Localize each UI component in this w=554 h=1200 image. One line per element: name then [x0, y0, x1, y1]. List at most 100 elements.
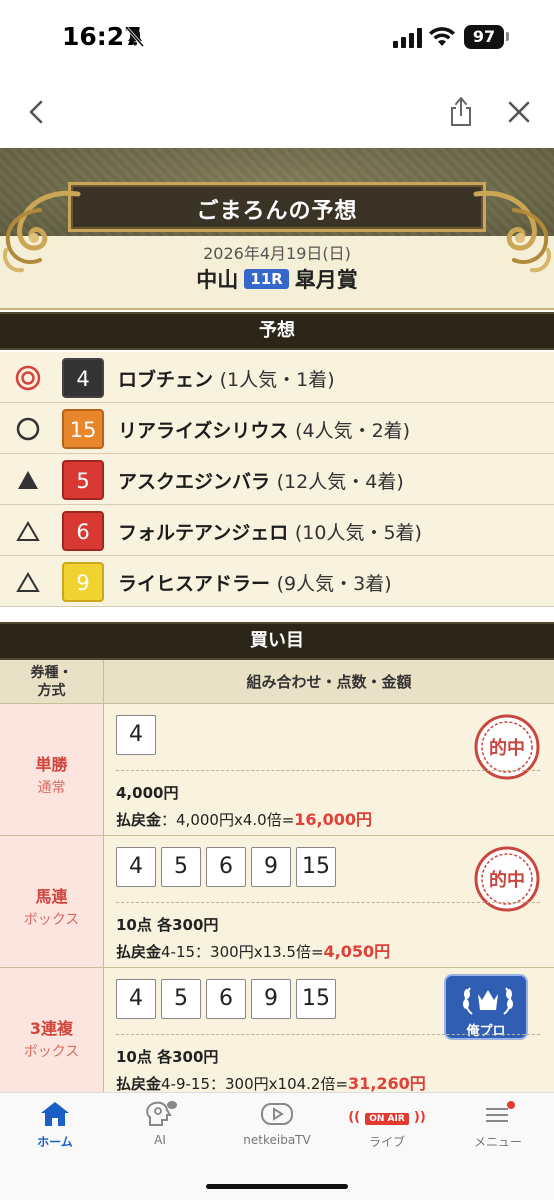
prediction-row[interactable]: 6 フォルテアンジェロ (10人気・5着)	[0, 505, 554, 556]
horse-combination: 4 5 6 9 15	[116, 979, 341, 1019]
payout-line: 払戻金：4,000円x4.0倍=16,000円	[116, 806, 372, 830]
divider	[116, 770, 540, 771]
bet-type-cell: 単勝 通常	[0, 704, 104, 835]
bet-row: 3連複 ボックス 4 5 6 9 15 俺プロ 10点 各300円 払戻金4-9-15：…	[0, 968, 554, 1100]
horse-number-box: 9	[251, 979, 291, 1019]
close-icon[interactable]	[504, 96, 534, 128]
horse-number-box: 15	[296, 847, 336, 887]
horse-name: ロブチェン	[118, 369, 214, 391]
horse-name: ライヒスアドラー	[118, 573, 271, 595]
triangle-mark-icon	[16, 521, 40, 541]
race-venue: 中山	[196, 268, 239, 292]
horse-info: (10人気・5着)	[294, 522, 422, 544]
bell-muted-icon	[125, 27, 145, 47]
play-icon	[261, 1103, 293, 1125]
horse-number: 4	[62, 358, 104, 398]
prediction-row[interactable]: 4 ロブチェン (1人気・1着)	[0, 352, 554, 403]
payout-label: 払戻金	[116, 943, 162, 961]
ore-pro-label: 俺プロ	[466, 1024, 506, 1039]
on-air-badge: ON AIR	[365, 1113, 409, 1125]
battery-tip	[506, 32, 509, 41]
horse-info: (12人気・4着)	[276, 471, 404, 493]
bet-type-header-line2: 方式	[37, 683, 66, 699]
bet-table-header: 券種・ 方式 組み合わせ・点数・金額	[0, 660, 554, 704]
tab-home[interactable]: ホーム	[0, 1099, 110, 1150]
bet-method: ボックス	[23, 912, 80, 928]
horse-name-line: ライヒスアドラー (9人気・3着)	[118, 569, 392, 596]
prediction-row[interactable]: 15 リアライズシリウス (4人気・2着)	[0, 403, 554, 454]
payout-total: 16,000円	[294, 810, 373, 829]
bet-type: 馬連	[35, 887, 68, 906]
tab-label: メニュー	[473, 1135, 522, 1149]
horse-name: リアライズシリウス	[118, 420, 289, 442]
horse-number-box: 4	[116, 847, 156, 887]
prediction-list: 4 ロブチェン (1人気・1着) 15 リアライズシリウス (4人気・2着) 5…	[0, 352, 554, 607]
tab-menu[interactable]: メニュー	[443, 1099, 553, 1150]
bet-type-cell: 3連複 ボックス	[0, 968, 104, 1099]
divider	[0, 308, 554, 310]
prediction-row[interactable]: 5 アスクエジンバラ (12人気・4着)	[0, 454, 554, 505]
ore-pro-badge[interactable]: 俺プロ	[444, 974, 528, 1040]
signal-icon	[393, 28, 422, 48]
battery-indicator: 97	[464, 25, 504, 49]
tab-label: netkeibaTV	[243, 1133, 311, 1147]
broadcast-right-icon: ))	[413, 1110, 426, 1125]
horse-number-box: 6	[206, 979, 246, 1019]
share-icon[interactable]	[446, 94, 476, 128]
back-chevron-icon[interactable]	[22, 96, 52, 128]
horse-number-box: 6	[206, 847, 246, 887]
bet-amount: 10点 各300円	[116, 916, 219, 934]
combination-column-header: 組み合わせ・点数・金額	[246, 673, 412, 691]
bet-method: 通常	[37, 780, 66, 796]
prediction-section-title: 予想	[259, 320, 295, 341]
prediction-section-header: 予想	[0, 312, 554, 350]
hit-stamp-label: 的中	[489, 869, 525, 891]
ai-head-icon	[146, 1101, 177, 1126]
horse-number-box: 5	[161, 979, 201, 1019]
tab-ai[interactable]: AI	[105, 1099, 215, 1147]
circle-mark-icon	[16, 417, 40, 441]
horse-info: (1人気・1着)	[219, 369, 335, 391]
horse-number: 6	[62, 511, 104, 551]
bet-section-header: 買い目	[0, 622, 554, 660]
horse-number-box: 9	[251, 847, 291, 887]
payout-label: 払戻金	[116, 811, 162, 829]
horse-combination: 4	[116, 715, 161, 755]
bet-type: 3連複	[29, 1019, 74, 1038]
horse-info: (4人気・2着)	[295, 420, 411, 442]
horse-name: フォルテアンジェロ	[118, 522, 289, 544]
menu-icon	[486, 1101, 515, 1122]
wifi-icon	[429, 27, 455, 46]
payout-line: 払戻金4-15：300円x13.5倍=4,050円	[116, 938, 390, 962]
payout-total: 31,260円	[348, 1074, 426, 1093]
hit-stamp-icon: 的中	[474, 846, 540, 912]
bet-table: 券種・ 方式 組み合わせ・点数・金額 単勝 通常 4 的中 4,000円 払戻金…	[0, 660, 554, 1100]
filled-triangle-mark-icon	[18, 471, 38, 489]
bet-type-cell: 馬連 ボックス	[0, 836, 104, 967]
bet-type-column-header: 券種・ 方式	[0, 660, 104, 704]
tab-live[interactable]: (( ON AIR )) ライブ	[332, 1099, 442, 1150]
payout-label: 払戻金	[116, 1075, 162, 1093]
race-date: 2026年4月19日(日)	[203, 244, 351, 263]
horse-name: アスクエジンバラ	[118, 471, 271, 493]
bet-amount: 4,000円	[116, 784, 179, 802]
tab-label: ホーム	[37, 1135, 73, 1149]
bet-section-title: 買い目	[250, 630, 304, 651]
bet-type-header-line1: 券種・	[30, 665, 73, 681]
triangle-mark-icon	[16, 572, 40, 592]
tab-netkeibatv[interactable]: netkeibaTV	[222, 1099, 332, 1147]
divider	[116, 902, 540, 903]
ornament-scroll-left-icon	[3, 190, 81, 273]
home-icon	[41, 1102, 69, 1126]
horse-name-line: リアライズシリウス (4人気・2着)	[118, 416, 410, 443]
payout-detail: 4-9-15：300円x104.2倍=	[161, 1075, 349, 1093]
horse-number-box: 4	[116, 715, 156, 755]
horse-number-box: 5	[161, 847, 201, 887]
tab-label: AI	[154, 1133, 166, 1147]
broadcast-left-icon: ((	[348, 1110, 361, 1125]
horse-number-box: 4	[116, 979, 156, 1019]
prediction-row[interactable]: 9 ライヒスアドラー (9人気・3着)	[0, 556, 554, 607]
home-indicator[interactable]	[206, 1184, 348, 1189]
laurel-crown-icon	[463, 987, 513, 1015]
horse-name-line: アスクエジンバラ (12人気・4着)	[118, 467, 404, 494]
